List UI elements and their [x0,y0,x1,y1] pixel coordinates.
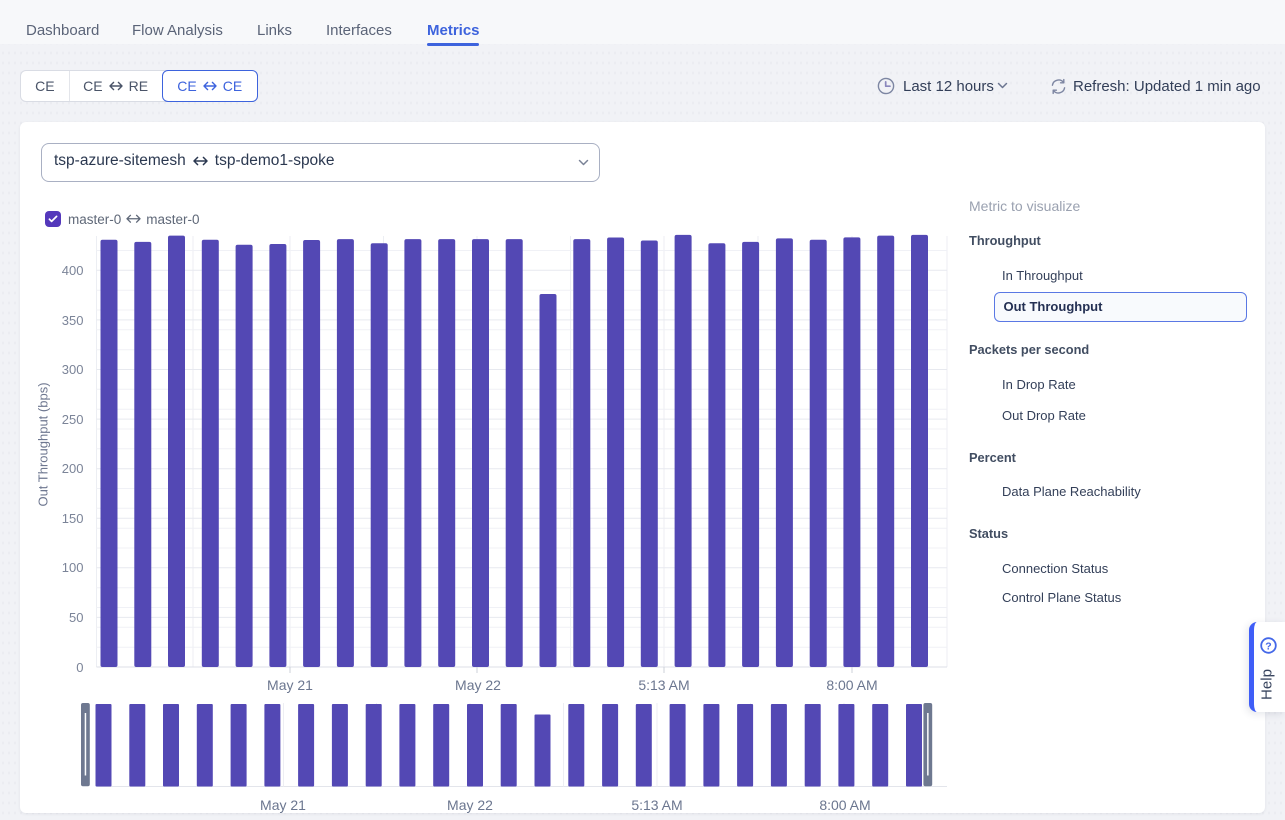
svg-text:?: ? [1265,640,1271,652]
